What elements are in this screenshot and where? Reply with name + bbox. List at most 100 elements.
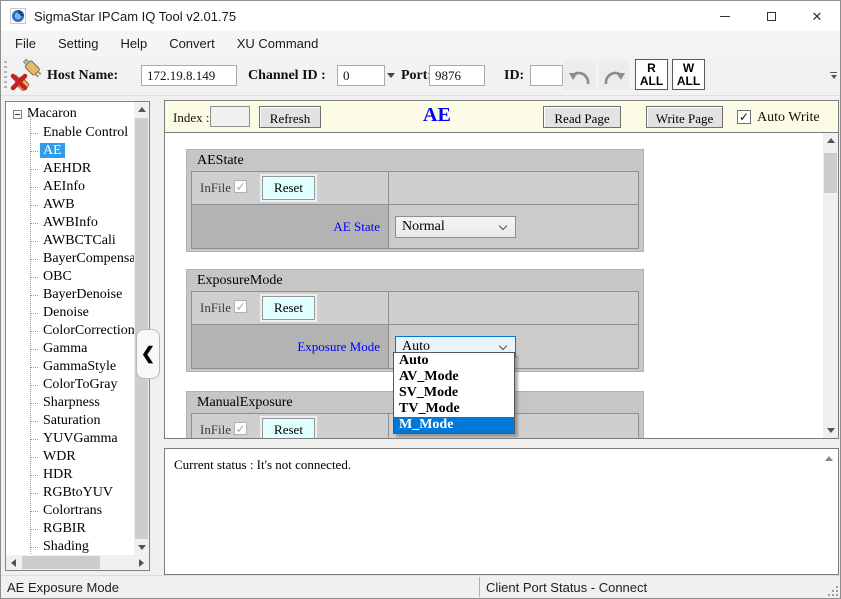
tree-item-label[interactable]: BayerCompensat [40,251,134,266]
tree-item-colortrans[interactable]: Colortrans [6,502,134,520]
redo-button[interactable] [599,61,629,90]
tree: Macaron Enable Control AE AEHDR AEInfo AWB AW… [6,102,134,555]
menu-help[interactable]: Help [109,31,158,56]
content-scroll-thumb[interactable] [824,153,837,193]
collapse-toggle-icon[interactable] [13,110,22,119]
menu-file[interactable]: File [4,31,47,56]
read-page-button[interactable]: Read Page [543,106,621,128]
tree-item-gamma[interactable]: Gamma [6,340,134,358]
tree-item-bayercompensat[interactable]: BayerCompensat [6,250,134,268]
tree-item-enable-control[interactable]: Enable Control [6,124,134,142]
tree-item-shading[interactable]: Shading [6,538,134,555]
tree-item-colortogray[interactable]: ColorToGray [6,376,134,394]
toolbar-grip[interactable] [4,61,7,91]
tree-item-label[interactable]: Denoise [40,305,92,320]
tree-horizontal-scrollbar[interactable] [6,555,149,570]
scroll-up-icon [827,138,835,143]
tree-item-label[interactable]: AWBCTCali [40,233,119,248]
dropdown-option-auto[interactable]: Auto [394,353,514,369]
host-name-input[interactable]: 172.19.8.149 [141,65,237,86]
tree-item-awbctcali[interactable]: AWBCTCali [6,232,134,250]
minimize-button[interactable] [702,1,748,31]
tree-item-label[interactable]: ColorCorrection [40,323,134,338]
dropdown-option-tv_mode[interactable]: TV_Mode [394,401,514,417]
tree-item-saturation[interactable]: Saturation [6,412,134,430]
tree-item-awbinfo[interactable]: AWBInfo [6,214,134,232]
tree-item-label[interactable]: ColorToGray [40,377,120,392]
tree-item-label[interactable]: RGBtoYUV [40,485,116,500]
dropdown-option-av_mode[interactable]: AV_Mode [394,369,514,385]
disconnect-icon[interactable] [9,58,44,92]
reset-button[interactable]: Reset [262,296,315,320]
menu-setting[interactable]: Setting [47,31,109,56]
close-button[interactable]: ✕ [794,1,840,31]
dropdown-option-sv_mode[interactable]: SV_Mode [394,385,514,401]
tree-item-label[interactable]: GammaStyle [40,359,119,374]
tree-item-gammastyle[interactable]: GammaStyle [6,358,134,376]
infile-checkbox[interactable] [234,422,247,435]
refresh-button[interactable]: Refresh [259,106,321,128]
tree-item-label[interactable]: Shading [40,539,92,554]
tree-item-denoise[interactable]: Denoise [6,304,134,322]
index-input[interactable] [210,106,250,127]
ae-state-select[interactable]: Normal [395,216,516,238]
tree-item-label[interactable]: RGBIR [40,521,89,536]
tree-item-label[interactable]: AWBInfo [40,215,101,230]
menu-xu-command[interactable]: XU Command [226,31,330,56]
tree-item-label[interactable]: Gamma [40,341,90,356]
write-page-button[interactable]: Write Page [646,106,723,128]
resize-grip-icon[interactable] [826,584,838,596]
tree-item-label[interactable]: YUVGamma [40,431,121,446]
tree-item-label[interactable]: OBC [40,269,75,284]
reset-button[interactable]: Reset [262,176,315,200]
toolbar-overflow-button[interactable] [829,72,838,79]
channel-id-select[interactable]: 0 [337,65,385,86]
infile-checkbox[interactable] [234,300,247,313]
tree-item-hdr[interactable]: HDR [6,466,134,484]
id-input[interactable] [530,65,563,86]
tree-item-label[interactable]: WDR [40,449,79,464]
undo-button[interactable] [564,61,595,90]
tree-item-label[interactable]: Enable Control [40,125,131,140]
dropdown-option-m_mode[interactable]: M_Mode [394,417,514,433]
sidebar-tree-panel: Macaron Enable Control AE AEHDR AEInfo AWB AW… [5,101,150,571]
scroll-up-icon[interactable] [825,456,833,461]
tree-item-wdr[interactable]: WDR [6,448,134,466]
tree-item-ae[interactable]: AE [6,142,134,160]
tree-item-rgbir[interactable]: RGBIR [6,520,134,538]
log-panel[interactable]: Current status : It's not connected. [164,448,839,575]
tree-item-label[interactable]: AE [40,143,65,158]
tree-hscroll-thumb[interactable] [22,556,100,569]
tree-item-label[interactable]: AEInfo [40,179,88,194]
tree-item-aehdr[interactable]: AEHDR [6,160,134,178]
read-all-button[interactable]: RALL [635,59,668,90]
tree-item-aeinfo[interactable]: AEInfo [6,178,134,196]
infile-checkbox[interactable] [234,180,247,193]
tree-item-label[interactable]: Sharpness [40,395,103,410]
tree-item-awb[interactable]: AWB [6,196,134,214]
statusbar-left-text: AE Exposure Mode [7,580,119,595]
auto-write-checkbox[interactable] [737,110,751,124]
chevron-down-icon [499,342,507,350]
sidebar-collapse-button[interactable]: ❮ [136,329,160,379]
tree-item-rgbtoyuv[interactable]: RGBtoYUV [6,484,134,502]
maximize-button[interactable] [748,1,794,31]
tree-item-label[interactable]: BayerDenoise [40,287,125,302]
tree-item-sharpness[interactable]: Sharpness [6,394,134,412]
reset-button[interactable]: Reset [262,418,315,438]
tree-item-yuvgamma[interactable]: YUVGamma [6,430,134,448]
tree-item-label[interactable]: AEHDR [40,161,94,176]
tree-item-label[interactable]: AWB [40,197,78,212]
tree-item-label[interactable]: Saturation [40,413,104,428]
content-vertical-scrollbar[interactable] [823,133,838,438]
tree-item-colorcorrection[interactable]: ColorCorrection [6,322,134,340]
tree-item-label[interactable]: HDR [40,467,76,482]
tree-item-label[interactable]: Colortrans [40,503,105,518]
tree-root-label[interactable]: Macaron [27,106,77,122]
tree-item-obc[interactable]: OBC [6,268,134,286]
write-all-button[interactable]: WALL [672,59,705,90]
menu-convert[interactable]: Convert [158,31,226,56]
channel-id-dropdown-icon[interactable] [387,73,395,78]
tree-item-bayerdenoise[interactable]: BayerDenoise [6,286,134,304]
port-input[interactable]: 9876 [429,65,485,86]
